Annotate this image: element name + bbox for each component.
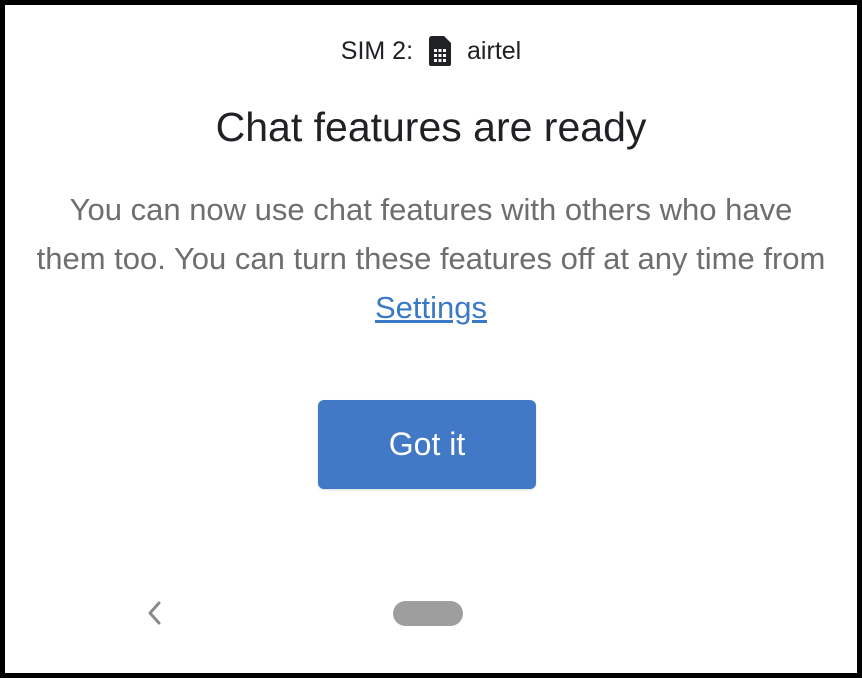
settings-link[interactable]: Settings — [375, 290, 487, 325]
home-pill-icon[interactable] — [393, 601, 463, 626]
got-it-button[interactable]: Got it — [318, 400, 536, 489]
sim-indicator: SIM 2: airtel — [5, 33, 857, 69]
dialog-body: You can now use chat features with other… — [35, 185, 827, 332]
carrier-name: airtel — [467, 36, 522, 65]
sim-card-icon — [427, 35, 453, 67]
sim-label: SIM 2: — [340, 36, 414, 65]
dialog-body-text: You can now use chat features with other… — [36, 192, 826, 276]
screen: SIM 2: airtel Chat features are ready Yo… — [5, 5, 857, 673]
dialog-title: Chat features are ready — [215, 104, 647, 150]
got-it-button-label: Got it — [388, 426, 466, 462]
back-chevron-icon[interactable] — [143, 598, 165, 628]
